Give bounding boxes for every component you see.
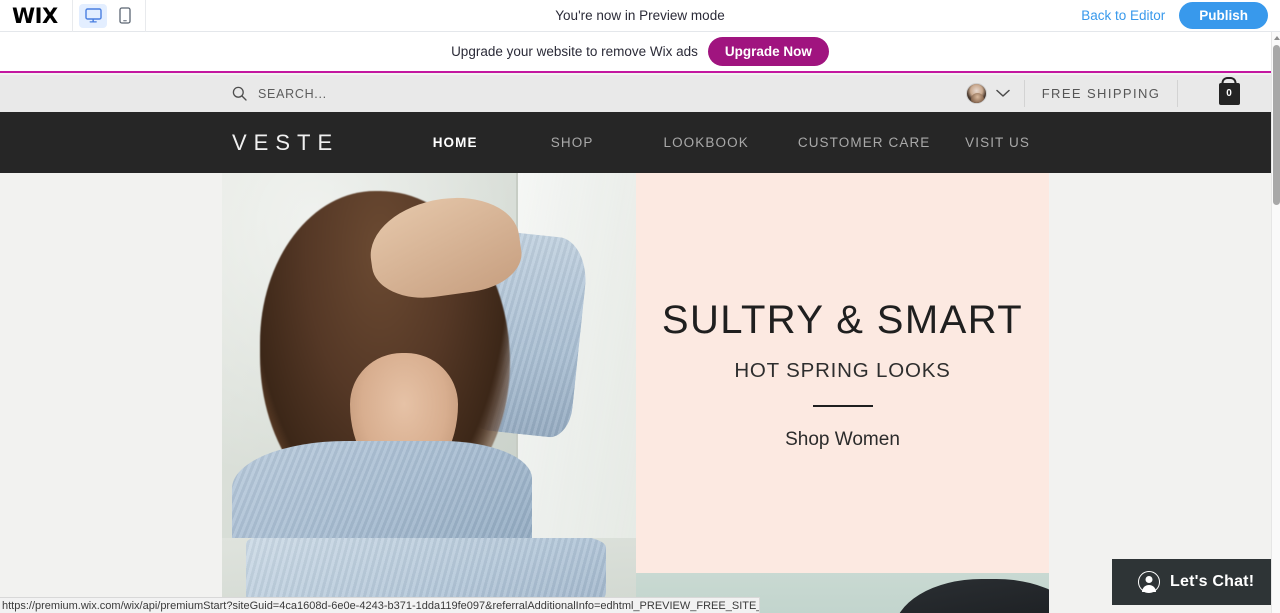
nav-item-home[interactable]: HOME xyxy=(397,129,513,156)
nav-item-customer-care[interactable]: CUSTOMER CARE xyxy=(781,129,947,156)
mobile-view-button[interactable] xyxy=(111,4,139,28)
hero-cta-shop-women[interactable]: Shop Women xyxy=(785,429,900,451)
chat-widget-label: Let's Chat! xyxy=(1170,573,1255,590)
hero-model-photo xyxy=(222,173,636,563)
search-icon xyxy=(232,86,247,101)
desktop-view-button[interactable] xyxy=(79,3,107,28)
chevron-down-icon xyxy=(996,89,1010,97)
site-preview-frame: SEARCH... FREE SHIPPING 0 VESTE HOME SHO… xyxy=(0,75,1280,613)
upgrade-now-button[interactable]: Upgrade Now xyxy=(707,37,829,66)
wix-editor-topbar: WIX You're now in Preview mode Back to E… xyxy=(0,0,1280,32)
avatar xyxy=(966,83,987,104)
phone-icon xyxy=(119,7,131,24)
back-to-editor-link[interactable]: Back to Editor xyxy=(1081,8,1165,23)
site-nav-links: HOME SHOP LOOKBOOK CUSTOMER CARE VISIT U… xyxy=(397,129,1067,156)
site-utility-bar: SEARCH... FREE SHIPPING 0 xyxy=(0,75,1280,112)
publish-button[interactable]: Publish xyxy=(1179,2,1268,29)
account-menu[interactable] xyxy=(952,75,1024,112)
wix-logo[interactable]: WIX xyxy=(12,4,68,28)
user-circle-icon xyxy=(1138,571,1160,593)
scrollbar-thumb[interactable] xyxy=(1273,45,1280,205)
browser-viewport: WIX You're now in Preview mode Back to E… xyxy=(0,0,1280,613)
upgrade-banner-text: Upgrade your website to remove Wix ads xyxy=(451,44,698,59)
free-shipping-note: FREE SHIPPING xyxy=(1041,86,1161,101)
editor-actions: Back to Editor Publish xyxy=(1081,2,1280,29)
hero-subtitle: HOT SPRING LOOKS xyxy=(734,359,951,382)
site-navbar: VESTE HOME SHOP LOOKBOOK CUSTOMER CARE V… xyxy=(0,112,1280,173)
status-bar-url: https://premium.wix.com/wix/api/premiumS… xyxy=(0,597,760,613)
shopping-bag-icon: 0 xyxy=(1218,82,1240,105)
monitor-icon xyxy=(84,8,102,23)
device-view-toggle xyxy=(72,0,146,32)
page-scrollbar[interactable] xyxy=(1271,32,1280,613)
site-brand-logo[interactable]: VESTE xyxy=(232,130,339,156)
search-placeholder: SEARCH... xyxy=(258,86,327,101)
cart-count: 0 xyxy=(1226,87,1232,99)
wix-ads-upgrade-banner: Upgrade your website to remove Wix ads U… xyxy=(0,32,1280,73)
scroll-up-arrow-icon[interactable] xyxy=(1272,32,1280,43)
chat-widget[interactable]: Let's Chat! xyxy=(1112,559,1280,605)
nav-item-shop[interactable]: SHOP xyxy=(513,129,631,156)
secondary-pink-band xyxy=(636,538,1049,573)
nav-item-lookbook[interactable]: LOOKBOOK xyxy=(631,129,781,156)
hero-title: SULTRY & SMART xyxy=(661,298,1024,342)
site-search[interactable]: SEARCH... xyxy=(0,75,952,112)
hero-text-panel: SULTRY & SMART HOT SPRING LOOKS Shop Wom… xyxy=(636,173,1049,563)
hero-divider xyxy=(812,405,873,407)
hero-section: SULTRY & SMART HOT SPRING LOOKS Shop Wom… xyxy=(0,173,1280,563)
nav-item-visit-us[interactable]: VISIT US xyxy=(947,129,1067,156)
cart-button[interactable]: 0 xyxy=(1178,75,1280,112)
secondary-photo-right-figure xyxy=(894,579,1049,613)
